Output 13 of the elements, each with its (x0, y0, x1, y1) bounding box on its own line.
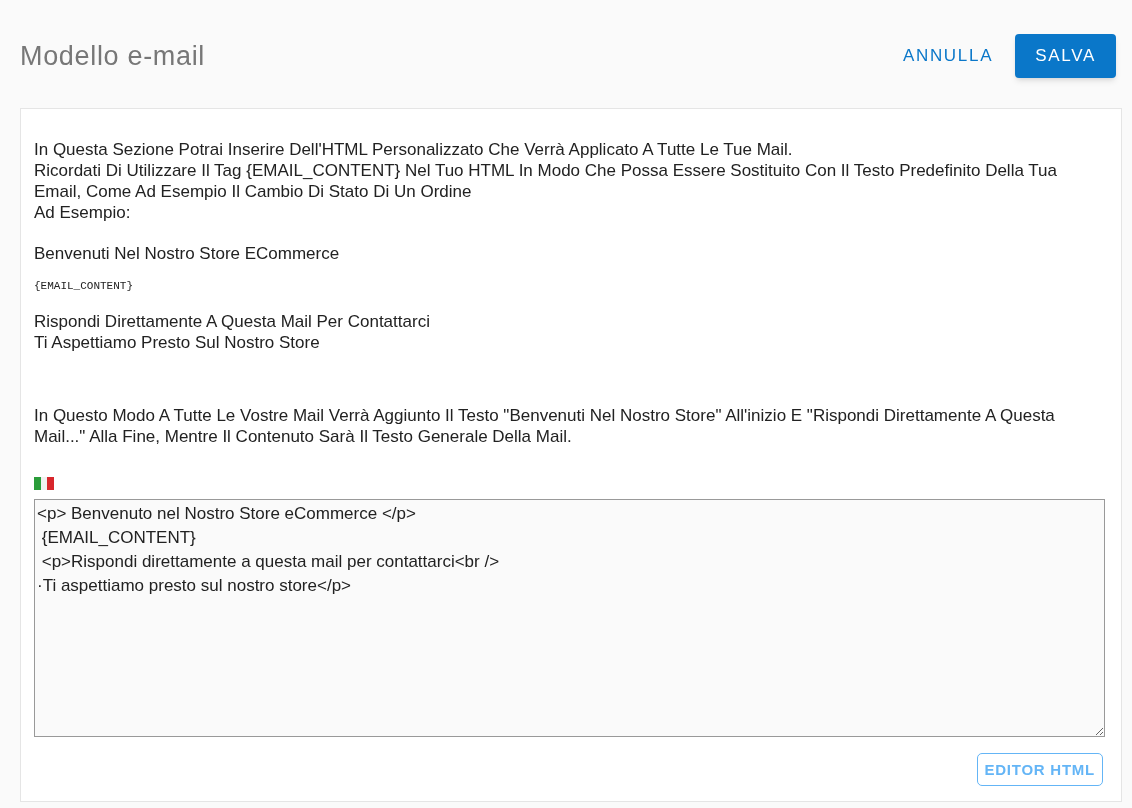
example-tag: {EMAIL_CONTENT} (34, 276, 1108, 297)
cancel-button[interactable]: ANNULLA (902, 34, 994, 78)
intro-text: Ricordati Di Utilizzare Il Tag {EMAIL_CONTENT} Nel Tuo HTML In Modo Che Possa Essere Sostituito Con Il Testo Predefinito Della Tua Email, Come Ad Esempio Il Cambio Di Stato Di Un Ordine (34, 160, 1058, 202)
page-title: Modello e-mail (20, 39, 206, 73)
html-editor-field[interactable]: <p> Benvenuto nel Nostro Store eCommerce </p> {EMAIL_CONTENT} <p>Rispondi direttamente a questa mail per contattarci<br /> ·Ti aspettiamo presto sul nostro store</p> (34, 499, 1105, 737)
intro-text: In Questa Sezione Potrai Inserire Dell'HTML Personalizzato Che Verrà Applicato A Tutte Le Tue Mail. (34, 139, 794, 160)
example-footer-text: Rispondi Direttamente A Questa Mail Per Contattarci (34, 311, 431, 332)
intro-text: Ad Esempio: (34, 202, 132, 223)
explanation-text: In Questo Modo A Tutte Le Vostre Mail Verrà Aggiunto Il Testo "Benvenuti Nel Nostro Store" All'inizio E "Rispondi Direttamente A Questa Mail..." Alla Fine, Mentre Il Contenuto Sarà Il Testo Generale Della Mail. (34, 405, 1056, 447)
italy-flag-icon (34, 477, 54, 490)
save-button[interactable]: SALVA (1015, 34, 1116, 78)
example-footer-text: Ti Aspettiamo Presto Sul Nostro Store (34, 332, 321, 353)
example-heading: Benvenuti Nel Nostro Store ECommerce (34, 243, 341, 264)
